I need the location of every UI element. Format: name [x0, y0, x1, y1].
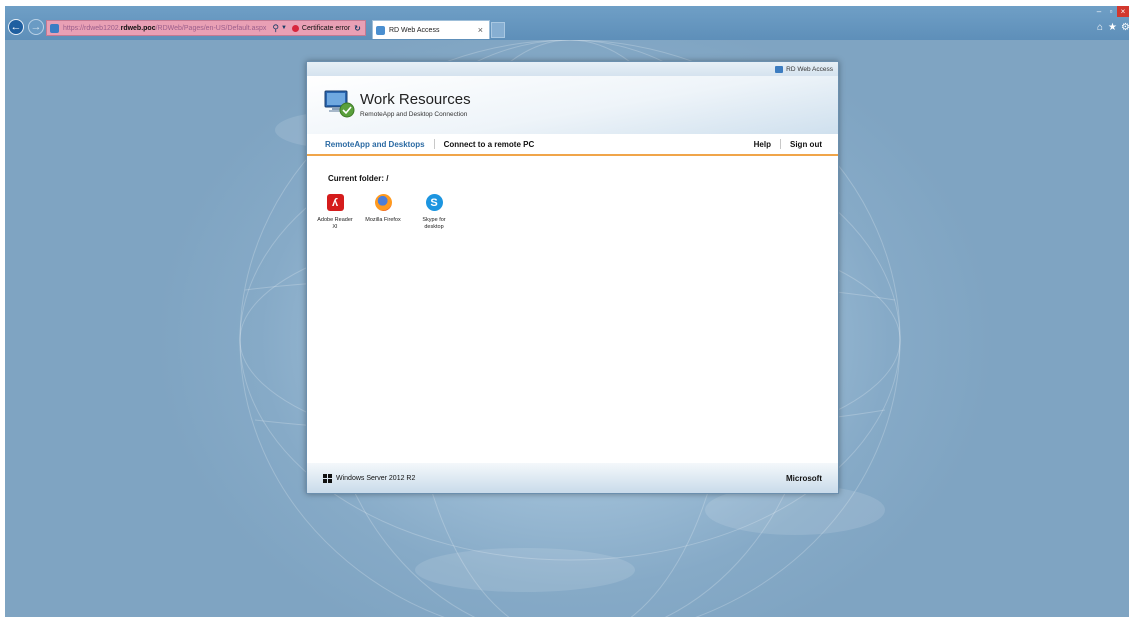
current-folder-label: Current folder: /	[328, 174, 389, 183]
tab-rd-web-access[interactable]: RD Web Access ×	[372, 20, 490, 39]
help-link[interactable]: Help	[754, 140, 771, 149]
address-bar[interactable]: https://rdweb1202. rdweb.poc /RDWeb/Page…	[46, 20, 366, 36]
panel-footer: Windows Server 2012 R2 Microsoft	[307, 463, 838, 493]
minimize-button[interactable]: –	[1094, 6, 1104, 17]
url-path: /RDWeb/Pages/en-US/Default.aspx	[155, 24, 267, 32]
close-tab-icon[interactable]: ×	[478, 25, 483, 35]
panel-header: Work Resources RemoteApp and Desktop Con…	[307, 76, 838, 134]
firefox-icon	[374, 194, 392, 211]
search-icon[interactable]: ⚲	[272, 23, 279, 34]
url-prefix: https://rdweb1202.	[63, 24, 121, 32]
site-favicon-icon	[50, 23, 59, 33]
windows-logo-icon	[323, 473, 332, 483]
rd-web-access-panel: RD Web Access Work Resources RemoteApp a…	[306, 61, 839, 494]
maximize-button[interactable]: ▫	[1106, 6, 1116, 17]
certificate-error-label[interactable]: Certificate error	[302, 25, 350, 32]
app-label: Adobe Reader XI	[317, 217, 353, 230]
nav-divider	[433, 139, 435, 149]
app-label: Skype for desktop	[422, 217, 446, 230]
skype-icon: S	[425, 194, 443, 211]
adobe-pdf-icon: ʎ	[326, 194, 344, 211]
forward-arrow-icon: →	[30, 21, 42, 33]
rd-web-access-icon	[775, 65, 784, 73]
app-tile-adobe-reader[interactable]: ʎ Adobe Reader XI	[315, 194, 355, 231]
panel-top-label: RD Web Access	[786, 65, 833, 73]
chevron-down-icon[interactable]: ▼	[281, 25, 287, 31]
panel-navbar: RemoteApp and Desktops Connect to a remo…	[307, 134, 838, 156]
back-arrow-icon: ←	[10, 21, 22, 33]
favorites-star-icon[interactable]: ★	[1108, 22, 1117, 33]
forward-button[interactable]: →	[28, 19, 44, 35]
sign-out-link[interactable]: Sign out	[790, 140, 822, 149]
tab-title: RD Web Access	[389, 26, 440, 34]
back-button[interactable]: ←	[8, 19, 24, 35]
tab-favicon-icon	[376, 25, 385, 35]
page-title: Work Resources	[360, 91, 471, 108]
home-icon[interactable]: ⌂	[1097, 22, 1103, 33]
tools-gear-icon[interactable]: ⚙	[1121, 22, 1129, 33]
certificate-error-icon[interactable]	[291, 24, 299, 32]
app-label: Mozilla Firefox	[365, 217, 401, 223]
app-tile-firefox[interactable]: Mozilla Firefox	[363, 194, 403, 224]
remoteapp-connection-icon	[324, 90, 355, 118]
close-window-button[interactable]: ×	[1117, 6, 1129, 17]
footer-os-label: Windows Server 2012 R2	[336, 474, 416, 482]
nav-divider	[780, 139, 781, 149]
panel-topbar: RD Web Access	[307, 62, 838, 76]
tab-connect-remote-pc[interactable]: Connect to a remote PC	[444, 140, 535, 149]
url-host: rdweb.poc	[120, 24, 156, 32]
tab-remoteapp-and-desktops[interactable]: RemoteApp and Desktops	[325, 140, 425, 149]
refresh-icon[interactable]: ↻	[354, 24, 361, 33]
microsoft-logo: Microsoft	[786, 473, 822, 483]
new-tab-button[interactable]	[491, 22, 505, 38]
app-tile-skype[interactable]: S Skype for desktop	[414, 194, 454, 231]
page-subtitle: RemoteApp and Desktop Connection	[360, 111, 468, 118]
